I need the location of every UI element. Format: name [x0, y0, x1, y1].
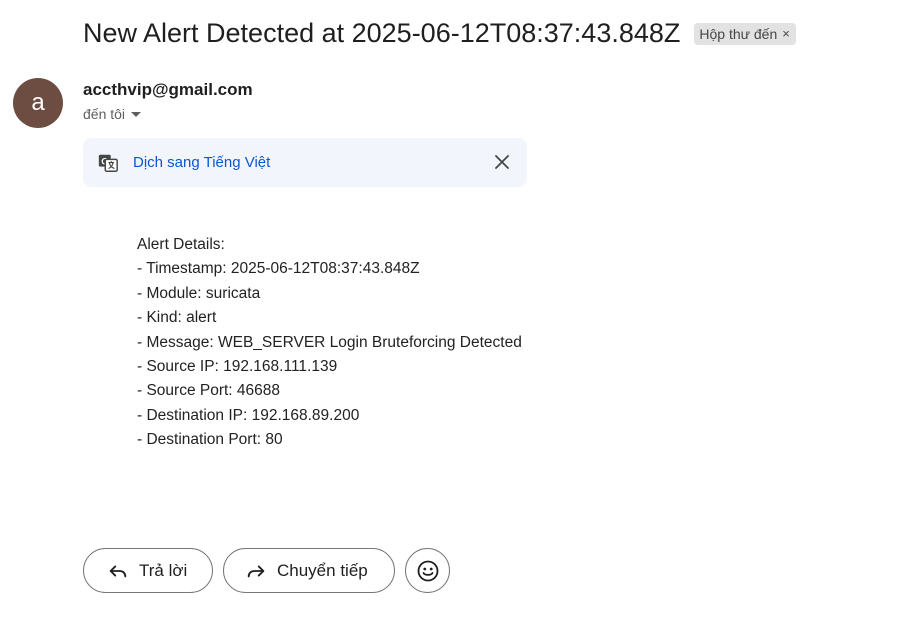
caret-down-icon	[131, 111, 142, 117]
body-line: - Destination Port: 80	[137, 431, 283, 449]
translate-banner: G Dịch sang Tiếng Việt	[83, 138, 527, 187]
body-line: - Kind: alert	[137, 309, 217, 327]
inbox-label-chip[interactable]: Hộp thư đến ×	[694, 22, 796, 45]
body-line: - Module: suricata	[137, 284, 261, 302]
body-line: - Destination IP: 192.168.89.200	[137, 406, 360, 424]
reply-label: Trả lời	[139, 560, 188, 580]
body-line: - Message: WEB_SERVER Login Bruteforcing…	[137, 333, 522, 351]
emoji-icon	[417, 560, 438, 581]
subject-row: New Alert Detected at 2025-06-12T08:37:4…	[83, 18, 796, 49]
sender-email[interactable]: accthvip@gmail.com	[83, 80, 253, 100]
translate-link[interactable]: Dịch sang Tiếng Việt	[133, 154, 270, 171]
email-body: Alert Details: - Timestamp: 2025-06-12T0…	[137, 233, 522, 453]
message-actions: Trả lời Chuyển tiếp	[83, 548, 450, 593]
body-line: - Source Port: 46688	[137, 382, 281, 400]
reply-icon	[109, 565, 127, 577]
body-line: - Source IP: 192.168.111.139	[137, 358, 338, 376]
emoji-reaction-button[interactable]	[405, 548, 450, 593]
email-subject: New Alert Detected at 2025-06-12T08:37:4…	[83, 18, 681, 48]
avatar-letter: a	[31, 89, 45, 116]
close-icon[interactable]	[493, 153, 511, 171]
sender-avatar[interactable]: a	[13, 78, 63, 128]
reply-button[interactable]: Trả lời	[83, 548, 213, 593]
translate-icon: G	[98, 154, 118, 172]
recipient-details-toggle[interactable]: đến tôi	[83, 106, 142, 122]
forward-label: Chuyển tiếp	[277, 560, 368, 580]
recipient-text: đến tôi	[83, 106, 126, 122]
body-line: - Timestamp: 2025-06-12T08:37:43.848Z	[137, 260, 420, 278]
body-line: Alert Details:	[137, 236, 225, 253]
forward-icon	[247, 565, 265, 577]
inbox-label-text: Hộp thư đến	[699, 25, 778, 42]
forward-button[interactable]: Chuyển tiếp	[223, 548, 395, 593]
remove-label-icon[interactable]: ×	[782, 26, 790, 41]
